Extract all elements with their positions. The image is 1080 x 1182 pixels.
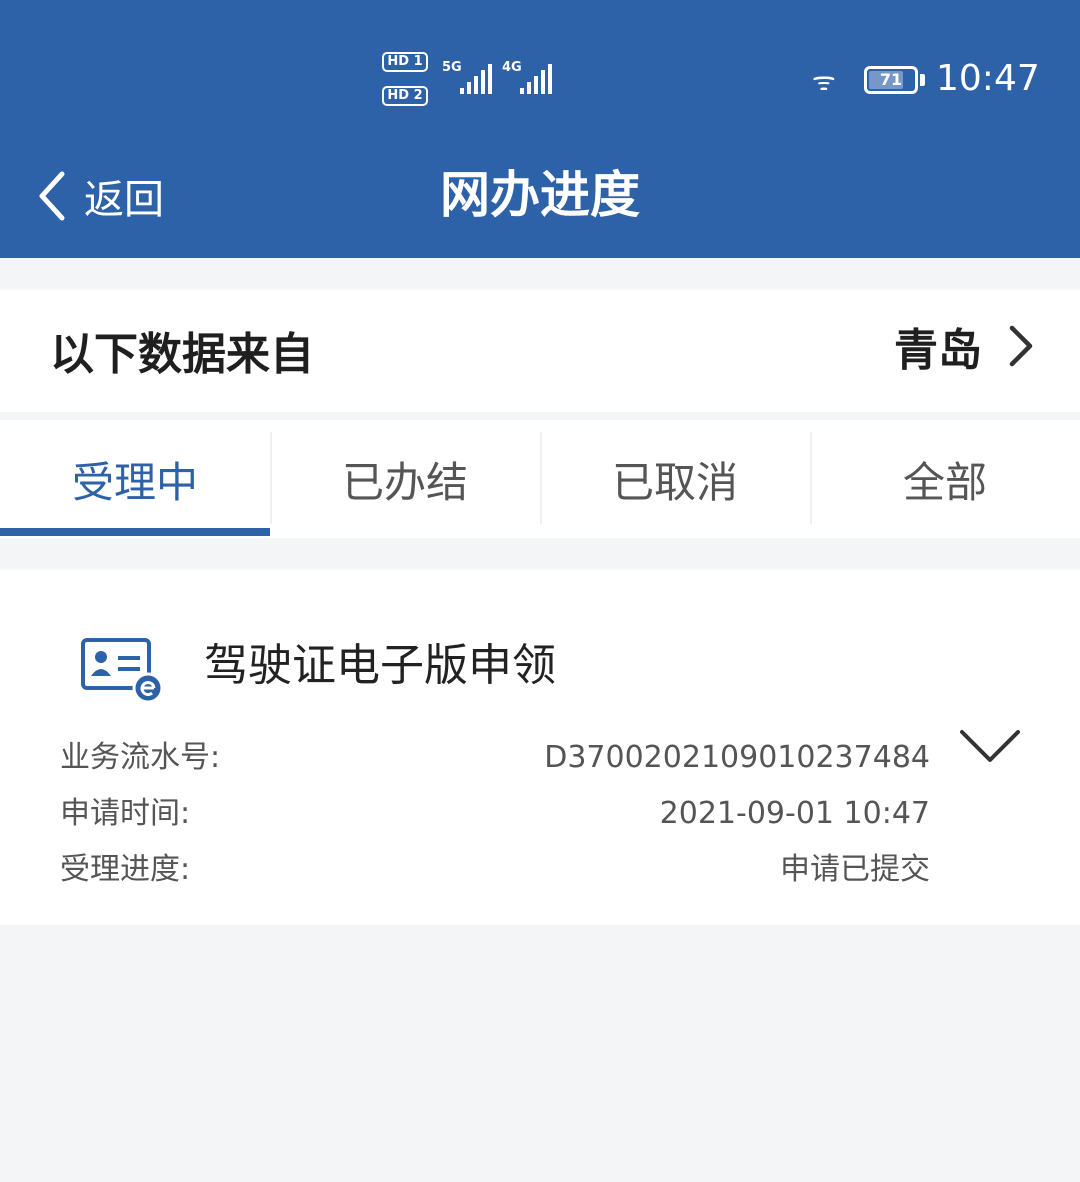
network2-label: 4G	[502, 60, 522, 75]
data-source-label: 以下数据来自	[50, 329, 314, 380]
signal-bars-2-icon	[520, 64, 552, 94]
sim1-hd-badge: HD 1	[382, 52, 428, 72]
tab-all[interactable]: 全部	[810, 420, 1080, 538]
network1-label: 5G	[442, 60, 462, 75]
nfc-icon: ᯤ	[812, 67, 836, 97]
tab-processing[interactable]: 受理中	[0, 420, 270, 538]
progress-row: 受理进度: 申请已提交	[60, 848, 930, 892]
data-source-bar: 以下数据来自 青岛	[0, 290, 1080, 412]
tab-cancelled[interactable]: 已取消	[540, 420, 810, 538]
status-right: ᯤ 71 10:47	[812, 50, 1040, 110]
serial-row: 业务流水号: D37002021090102374​84	[60, 736, 930, 780]
tab-completed[interactable]: 已办结	[270, 420, 540, 538]
top-header: HD 1 HD 2 5G 4G ᯤ 71 10:47 返回 网办进度	[0, 0, 1080, 258]
time-value: 2021-09-01 10:47	[659, 796, 930, 831]
progress-label: 受理进度:	[60, 852, 191, 887]
id-card-icon	[81, 638, 164, 704]
time-row: 申请时间: 2021-09-01 10:47	[60, 792, 930, 836]
battery-icon: 71	[864, 66, 918, 94]
record-card[interactable]: 驾驶证电子版申领 业务流水号: D37002021090102374​84 申请…	[0, 570, 1080, 925]
chevron-down-icon[interactable]	[958, 728, 1022, 768]
city-value: 青岛	[894, 325, 982, 376]
sim2-hd-badge: HD 2	[382, 86, 428, 106]
time-label: 申请时间:	[60, 796, 191, 831]
status-tabs: 受理中 已办结 已取消 全部	[0, 420, 1080, 538]
status-time: 10:47	[936, 58, 1040, 99]
page-title: 网办进度	[440, 166, 640, 224]
serial-label: 业务流水号:	[60, 740, 221, 775]
record-title: 驾驶证电子版申领	[204, 640, 556, 691]
battery-tip	[920, 74, 925, 86]
signal-bars-1-icon	[460, 64, 492, 94]
serial-value: D37002021090102374​84	[544, 740, 930, 775]
city-selector[interactable]: 青岛	[894, 314, 1036, 378]
signal-indicators: HD 1 HD 2 5G 4G	[382, 50, 562, 110]
battery-percent: 71	[879, 70, 903, 89]
progress-value: 申请已提交	[780, 852, 930, 887]
chevron-right-icon	[1009, 325, 1033, 367]
